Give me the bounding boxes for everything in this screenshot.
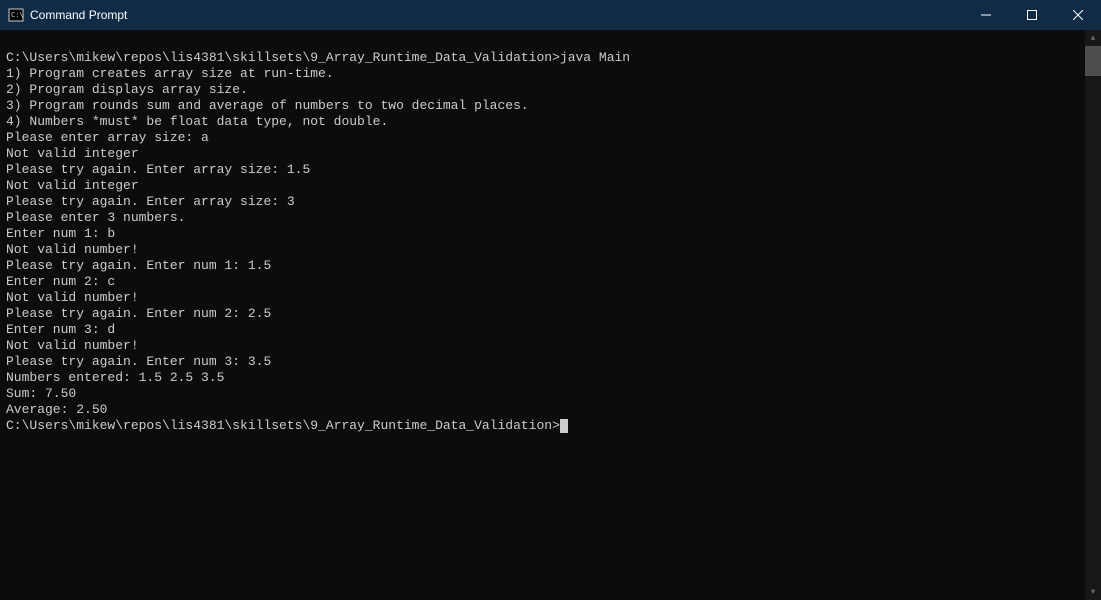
window-title: Command Prompt bbox=[30, 8, 963, 22]
terminal-line: Not valid number! bbox=[6, 242, 1079, 258]
terminal-line: Please enter array size: a bbox=[6, 130, 1079, 146]
terminal-line: Enter num 2: c bbox=[6, 274, 1079, 290]
terminal-output[interactable]: C:\Users\mikew\repos\lis4381\skillsets\9… bbox=[0, 30, 1085, 600]
terminal-line: Not valid number! bbox=[6, 338, 1079, 354]
scroll-down-arrow[interactable]: ▼ bbox=[1085, 584, 1101, 600]
scroll-thumb[interactable] bbox=[1085, 46, 1101, 76]
cmd-icon: C:\ bbox=[8, 7, 24, 23]
terminal-line: 3) Program rounds sum and average of num… bbox=[6, 98, 1079, 114]
titlebar[interactable]: C:\ Command Prompt bbox=[0, 0, 1101, 30]
terminal-line: Enter num 3: d bbox=[6, 322, 1079, 338]
cursor bbox=[560, 419, 568, 433]
terminal-line: Please try again. Enter num 1: 1.5 bbox=[6, 258, 1079, 274]
scroll-up-arrow[interactable]: ▲ bbox=[1085, 30, 1101, 46]
terminal-line: 4) Numbers *must* be float data type, no… bbox=[6, 114, 1079, 130]
terminal-line: C:\Users\mikew\repos\lis4381\skillsets\9… bbox=[6, 50, 1079, 66]
terminal-line: Please try again. Enter num 3: 3.5 bbox=[6, 354, 1079, 370]
minimize-button[interactable] bbox=[963, 0, 1009, 30]
close-button[interactable] bbox=[1055, 0, 1101, 30]
maximize-button[interactable] bbox=[1009, 0, 1055, 30]
scrollbar[interactable]: ▲ ▼ bbox=[1085, 30, 1101, 600]
terminal-line: Numbers entered: 1.5 2.5 3.5 bbox=[6, 370, 1079, 386]
terminal-line: C:\Users\mikew\repos\lis4381\skillsets\9… bbox=[6, 418, 1079, 434]
terminal-line: Please try again. Enter array size: 3 bbox=[6, 194, 1079, 210]
terminal-line: Not valid number! bbox=[6, 290, 1079, 306]
terminal-line: Please try again. Enter num 2: 2.5 bbox=[6, 306, 1079, 322]
svg-text:C:\: C:\ bbox=[11, 11, 24, 19]
terminal-line: Please enter 3 numbers. bbox=[6, 210, 1079, 226]
terminal-line: Not valid integer bbox=[6, 178, 1079, 194]
terminal-line: 2) Program displays array size. bbox=[6, 82, 1079, 98]
terminal-container: C:\Users\mikew\repos\lis4381\skillsets\9… bbox=[0, 30, 1101, 600]
command-prompt-window: C:\ Command Prompt C:\Users\mikew\repos\… bbox=[0, 0, 1101, 600]
terminal-line: Average: 2.50 bbox=[6, 402, 1079, 418]
terminal-line: Not valid integer bbox=[6, 146, 1079, 162]
terminal-line: Sum: 7.50 bbox=[6, 386, 1079, 402]
terminal-line: 1) Program creates array size at run-tim… bbox=[6, 66, 1079, 82]
terminal-line: Enter num 1: b bbox=[6, 226, 1079, 242]
window-controls bbox=[963, 0, 1101, 30]
terminal-line: Please try again. Enter array size: 1.5 bbox=[6, 162, 1079, 178]
